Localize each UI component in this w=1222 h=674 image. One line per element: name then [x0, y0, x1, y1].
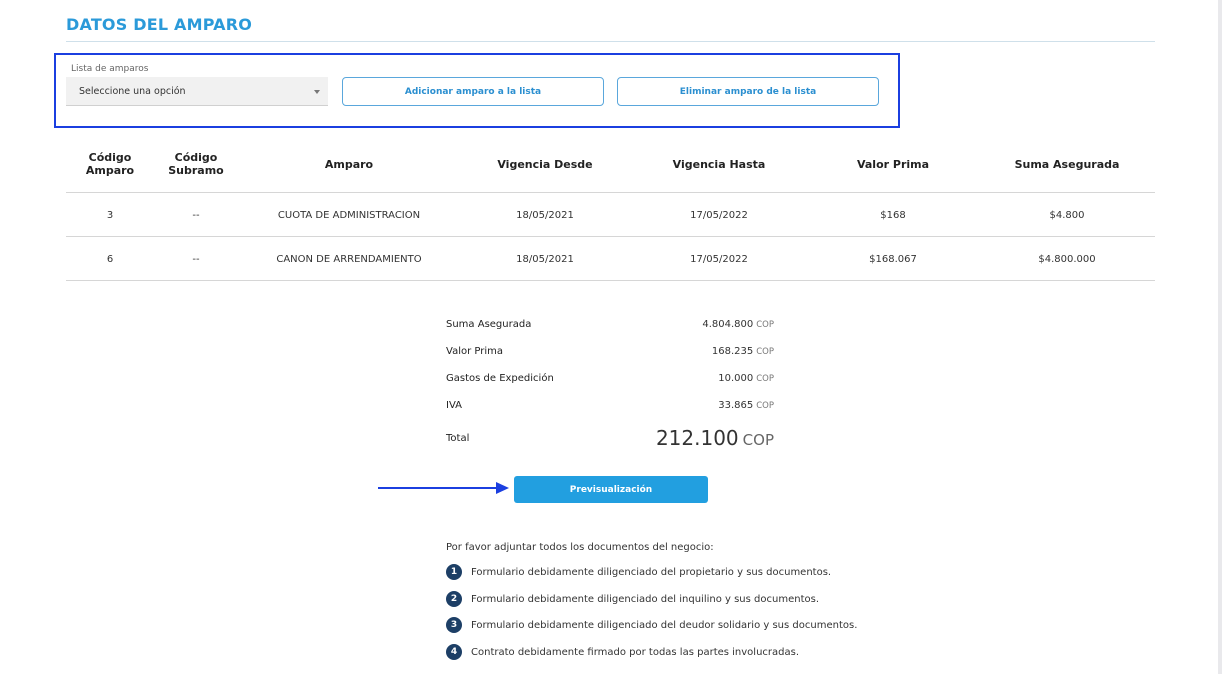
documents-intro: Por favor adjuntar todos los documentos … — [446, 542, 714, 553]
currency-label: COP — [756, 347, 774, 357]
column-header-codigo-subramo: Código Subramo — [168, 151, 224, 177]
list-item: 1 Formulario debidamente diligenciado de… — [446, 564, 831, 580]
table-row-divider — [66, 280, 1155, 281]
summary-amount: 33.865 — [718, 400, 754, 411]
arrow-right-icon — [378, 482, 509, 494]
cell-amparo: CANON DE ARRENDAMIENTO — [276, 253, 422, 265]
amparos-select[interactable]: Seleccione una opción — [66, 77, 328, 106]
page-title: DATOS DEL AMPARO — [66, 15, 253, 34]
cell-amparo: CUOTA DE ADMINISTRACION — [277, 209, 421, 221]
summary-label-suma-asegurada: Suma Asegurada — [446, 319, 532, 330]
step-number-badge: 3 — [446, 617, 462, 633]
column-header-vigencia-hasta: Vigencia Hasta — [672, 157, 766, 171]
remove-amparo-button[interactable]: Eliminar amparo de la lista — [617, 77, 879, 106]
title-divider — [66, 41, 1155, 42]
add-amparo-button[interactable]: Adicionar amparo a la lista — [342, 77, 604, 106]
column-header-amparo: Amparo — [324, 157, 374, 171]
summary-value-iva: 33.865 COP — [718, 400, 774, 411]
column-header-vigencia-desde: Vigencia Desde — [497, 157, 593, 171]
summary-total-value: 212.100 COP — [656, 426, 774, 450]
summary-amount: 10.000 — [718, 373, 754, 384]
summary-label-valor-prima: Valor Prima — [446, 346, 503, 357]
document-requirement-text: Formulario debidamente diligenciado del … — [471, 566, 832, 578]
currency-label: COP — [756, 320, 774, 330]
document-requirement-text: Formulario debidamente diligenciado del … — [471, 619, 858, 631]
cell-vigencia-hasta: 17/05/2022 — [690, 209, 748, 221]
step-number-badge: 2 — [446, 591, 462, 607]
document-requirement-text: Formulario debidamente diligenciado del … — [471, 593, 819, 605]
summary-label-iva: IVA — [446, 400, 462, 411]
summary-label-gastos-expedicion: Gastos de Expedición — [446, 373, 554, 384]
cell-codigo-amparo: 6 — [106, 253, 114, 265]
cell-suma-asegurada: $4.800.000 — [1038, 253, 1096, 265]
step-number-badge: 1 — [446, 564, 462, 580]
amparos-select-value: Seleccione una opción — [79, 86, 186, 97]
column-header-suma-asegurada: Suma Asegurada — [1014, 157, 1120, 171]
table-row-divider — [66, 236, 1155, 237]
cell-vigencia-desde: 18/05/2021 — [516, 209, 574, 221]
summary-amount: 168.235 — [711, 346, 754, 357]
total-amount: 212.100 — [655, 426, 739, 450]
cell-codigo-subramo: -- — [192, 209, 200, 221]
total-currency: COP — [742, 431, 774, 449]
cell-valor-prima: $168.067 — [869, 253, 917, 265]
summary-label-total: Total — [446, 433, 470, 444]
list-item: 2 Formulario debidamente diligenciado de… — [446, 591, 819, 607]
list-item: 3 Formulario debidamente diligenciado de… — [446, 617, 857, 633]
step-number-badge: 4 — [446, 644, 462, 660]
list-item: 4 Contrato debidamente firmado por todas… — [446, 644, 799, 660]
cell-codigo-amparo: 3 — [106, 209, 114, 221]
column-header-valor-prima: Valor Prima — [856, 157, 930, 171]
window-edge — [1218, 0, 1222, 674]
currency-label: COP — [756, 401, 774, 411]
caret-down-icon — [314, 90, 320, 94]
column-header-codigo-amparo: Código Amparo — [85, 151, 135, 177]
summary-value-gastos-expedicion: 10.000 COP — [718, 373, 774, 384]
cell-vigencia-hasta: 17/05/2022 — [690, 253, 748, 265]
currency-label: COP — [756, 374, 774, 384]
cell-valor-prima: $168 — [880, 209, 906, 221]
summary-amount: 4.804.800 — [702, 319, 754, 330]
cell-suma-asegurada: $4.800 — [1049, 209, 1085, 221]
preview-button[interactable]: Previsualización — [514, 476, 708, 503]
summary-value-suma-asegurada: 4.804.800 COP — [702, 319, 774, 330]
summary-value-valor-prima: 168.235 COP — [712, 346, 774, 357]
table-header-divider — [66, 192, 1155, 193]
document-requirement-text: Contrato debidamente firmado por todas l… — [471, 646, 800, 658]
cell-vigencia-desde: 18/05/2021 — [516, 253, 574, 265]
cell-codigo-subramo: -- — [192, 253, 200, 265]
amparos-select-label: Lista de amparos — [71, 64, 149, 74]
